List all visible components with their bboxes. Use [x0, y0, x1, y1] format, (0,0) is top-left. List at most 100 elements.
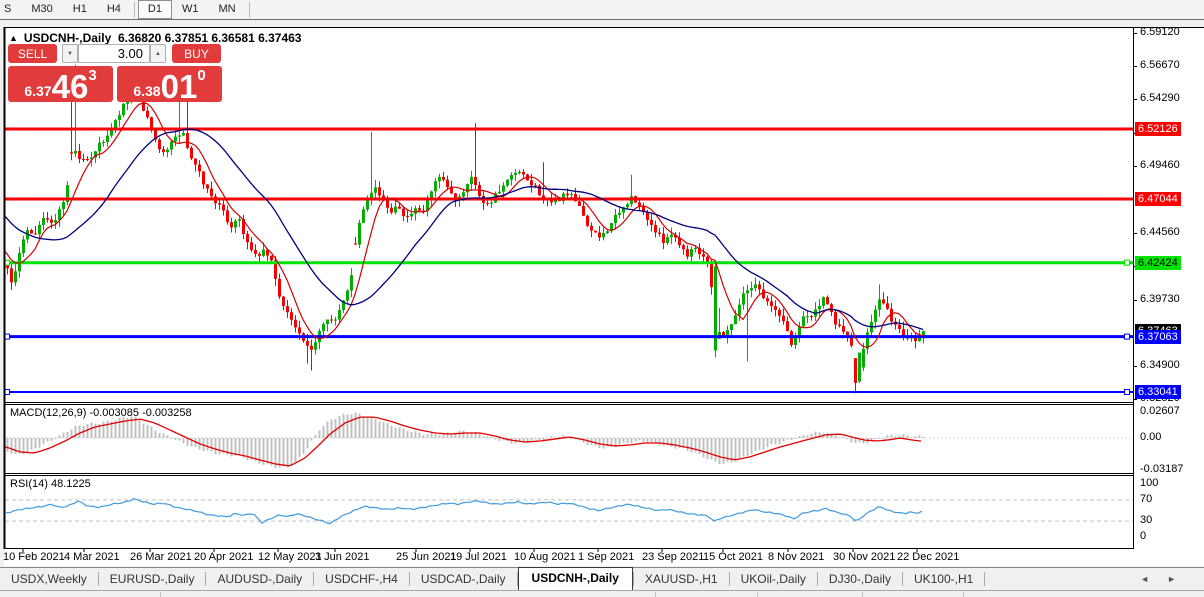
buy-price-major: 6.38 — [133, 83, 161, 99]
date-label: 8 Nov 2021 — [768, 551, 825, 563]
timeframe-button-h1[interactable]: H1 — [63, 0, 97, 19]
chart-tab-usdx-weekly[interactable]: USDX,Weekly — [0, 569, 98, 590]
buy-price-pips: 01 — [160, 68, 198, 102]
triangle-down-icon: ▼ — [67, 50, 73, 57]
chart-title: ▲ USDCNH-,Daily 6.36820 6.37851 6.36581 6… — [9, 31, 301, 45]
price-tick-mark — [1133, 366, 1137, 368]
price-tick-mark — [1133, 99, 1137, 101]
buy-button[interactable]: BUY — [172, 44, 221, 63]
tab-scroll-left-icon[interactable]: ◄ — [1140, 574, 1167, 584]
price-tick-mark — [1133, 32, 1137, 34]
triangle-up-icon: ▲ — [155, 50, 161, 57]
macd-axis-label: -0.03187 — [1140, 462, 1184, 475]
price-tick-label: 6.54290 — [1140, 92, 1180, 105]
line-price-label-6.37063: 6.37063 — [1135, 329, 1181, 344]
chart-ohlc-values: 6.36820 6.37851 6.36581 6.37463 — [117, 31, 302, 45]
price-tick-label: 6.34900 — [1140, 359, 1180, 372]
line-price-label-6.47044: 6.47044 — [1135, 192, 1181, 207]
chart-tab-ukoil-daily[interactable]: UKOil-,Daily — [730, 569, 817, 590]
tab-scroll-right-icon[interactable]: ► — [1167, 574, 1194, 584]
chart-tab-uk100-h1[interactable]: UK100-,H1 — [903, 569, 984, 590]
status-divider — [963, 592, 964, 597]
price-tick-label: 6.56670 — [1140, 59, 1180, 72]
rsi-axis-label: 30 — [1140, 514, 1153, 527]
date-label: 1 Sep 2021 — [578, 551, 635, 563]
price-tick-mark — [1133, 399, 1137, 401]
date-label: 10 Feb 2021 — [3, 551, 65, 563]
line-handle — [1124, 259, 1130, 266]
date-label: 15 Oct 2021 — [703, 551, 763, 563]
buy-price-point: 0 — [197, 67, 206, 84]
date-label: 10 Aug 2021 — [514, 551, 576, 563]
line-price-label-6.42424: 6.42424 — [1135, 255, 1181, 270]
timeframe-button-m30[interactable]: M30 — [21, 0, 62, 19]
macd-axis-label: 0.02607 — [1140, 405, 1180, 417]
price-tick-mark — [1133, 165, 1137, 167]
rsi-axis-label: 100 — [1140, 477, 1159, 489]
line-price-label-6.52126: 6.52126 — [1135, 122, 1181, 136]
date-label: 19 Jul 2021 — [450, 551, 507, 563]
sell-button[interactable]: SELL — [8, 44, 57, 63]
date-label: 22 Dec 2021 — [897, 551, 960, 563]
collapse-panel-icon[interactable]: ▲ — [9, 33, 18, 43]
sell-price-pips: 46 — [51, 68, 89, 102]
line-handle — [1124, 388, 1130, 395]
chart-tab-audusd-daily[interactable]: AUDUSD-,Daily — [206, 569, 313, 590]
chart-tab-bar: USDX,Weekly EURUSD-,Daily AUDUSD-,Daily USD… — [0, 567, 1204, 590]
date-label: 26 Mar 2021 — [130, 551, 192, 563]
timeframe-button-s[interactable]: S — [0, 0, 21, 19]
buy-price-box[interactable]: 6.38 01 0 — [117, 66, 222, 102]
sell-price-major: 6.37 — [24, 83, 52, 99]
price-axis: 6.591206.566706.542906.518406.494606.445… — [1133, 25, 1204, 566]
date-label: 20 Apr 2021 — [194, 551, 254, 563]
price-tick-label: 6.59120 — [1140, 25, 1180, 38]
one-click-trading-panel: SELL ▼ ▲ BUY 6.37463 6.38010 — [8, 44, 223, 102]
timeframe-button-h4[interactable]: H4 — [97, 0, 131, 19]
rsi-axis-label: 0 — [1140, 530, 1147, 542]
timeframe-button-mn[interactable]: MN — [208, 0, 245, 19]
chart-tab-usdcad-daily[interactable]: USDCAD-,Daily — [410, 569, 517, 590]
status-divider — [655, 592, 656, 597]
date-label: 4 Mar 2021 — [64, 551, 120, 563]
price-chart-canvas — [3, 27, 1204, 566]
toolbar-separator — [248, 1, 250, 18]
date-label: 3 Jun 2021 — [315, 551, 370, 563]
rsi-indicator-label: RSI(14) 48.1225 — [10, 478, 91, 490]
chart-background — [4, 27, 1204, 566]
price-tick-mark — [1133, 233, 1137, 235]
tab-separator — [984, 572, 986, 586]
date-label: 25 Jun 2021 — [396, 551, 457, 563]
line-price-label-6.33041: 6.33041 — [1135, 384, 1181, 399]
status-divider — [160, 592, 161, 597]
timeframe-button-d1[interactable]: D1 — [137, 0, 172, 19]
chart-tab-dj30-daily[interactable]: DJ30-,Daily — [818, 569, 902, 590]
sell-price-box[interactable]: 6.37 46 3 — [8, 66, 113, 102]
macd-axis-label: 0.00 — [1140, 431, 1162, 443]
status-bar — [0, 590, 1204, 597]
status-divider — [757, 592, 758, 597]
price-tick-mark — [1133, 299, 1137, 301]
chart-tab-eurusd-daily[interactable]: EURUSD-,Daily — [99, 569, 206, 590]
macd-indicator-label: MACD(12,26,9) -0.003085 -0.003258 — [10, 407, 192, 419]
line-handle — [1124, 333, 1130, 340]
date-label: 23 Sep 2021 — [642, 551, 705, 563]
volume-input[interactable] — [78, 44, 150, 63]
trading-platform-window: S M30 H1 H4 D1 W1 MN ▲ USDCNH-,Daily 6.36820 6.… — [0, 0, 1204, 597]
price-tick-label: 6.44560 — [1140, 226, 1180, 239]
chart-window: ▲ USDCNH-,Daily 6.36820 6.37851 6.36581 6… — [0, 25, 1204, 566]
toolbar-separator — [133, 1, 135, 18]
date-label: 30 Nov 2021 — [833, 551, 896, 563]
date-axis: 10 Feb 2021 4 Mar 2021 26 Mar 2021 20 Apr 2… — [0, 550, 1204, 566]
date-label: 12 May 2021 — [258, 551, 322, 563]
volume-decrease-button[interactable]: ▼ — [62, 44, 78, 63]
volume-increase-button[interactable]: ▲ — [150, 44, 166, 63]
price-tick-label: 6.39730 — [1140, 292, 1180, 305]
sell-price-point: 3 — [88, 67, 97, 84]
chart-tab-usdcnh-daily[interactable]: USDCNH-,Daily — [517, 567, 633, 590]
price-tick-label: 6.49460 — [1140, 158, 1180, 171]
chart-tab-usdchf-h4[interactable]: USDCHF-,H4 — [314, 569, 409, 590]
status-divider — [862, 592, 863, 597]
timeframe-button-w1[interactable]: W1 — [172, 0, 209, 19]
price-tick-mark — [1133, 66, 1137, 68]
chart-tab-xauusd-h1[interactable]: XAUUSD-,H1 — [634, 569, 729, 590]
